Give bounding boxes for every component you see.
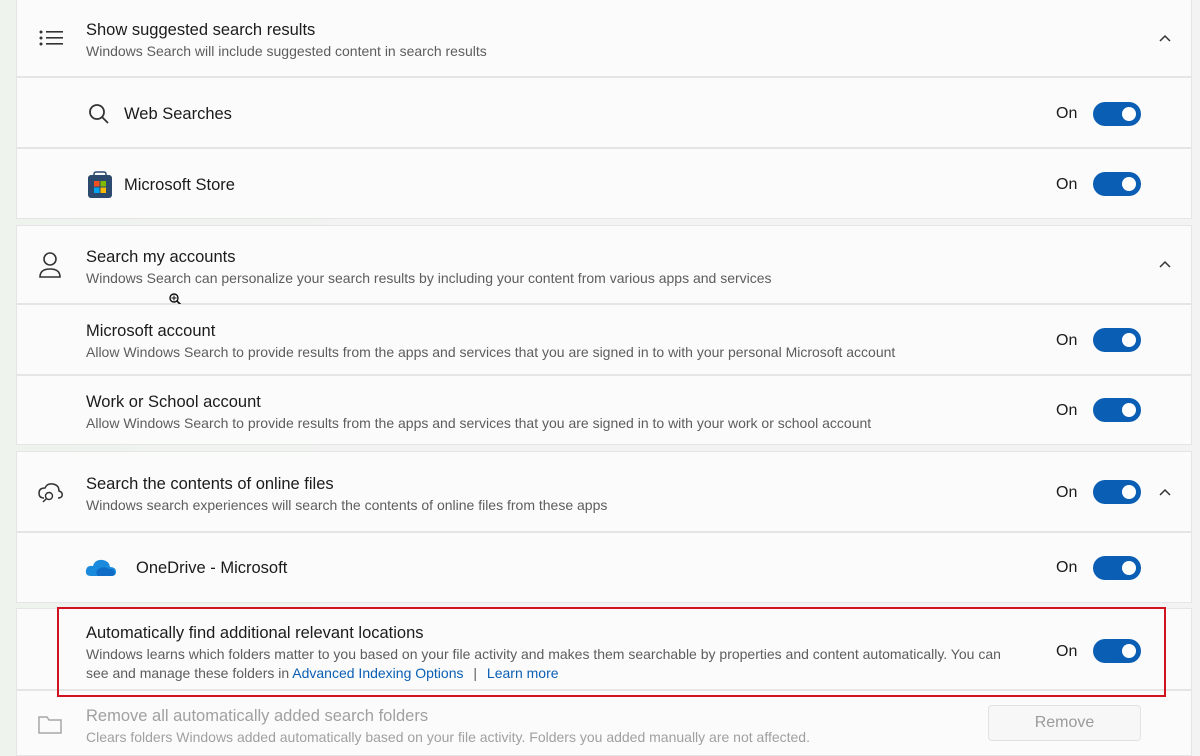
work-school-account-row: Work or School account Allow Windows Sea… (16, 375, 1192, 445)
microsoft-store-toggle[interactable] (1093, 172, 1141, 196)
work-school-account-toggle[interactable] (1093, 398, 1141, 422)
search-icon (87, 102, 111, 126)
remove-button[interactable]: Remove (988, 705, 1141, 741)
onedrive-label: OneDrive - Microsoft (136, 559, 288, 577)
remove-folders-desc: Clears folders Windows added automatical… (86, 729, 810, 745)
chevron-up-icon[interactable] (1155, 28, 1175, 48)
folder-icon (37, 713, 63, 735)
onedrive-icon (85, 557, 117, 579)
remove-folders-row: Remove all automatically added search fo… (16, 690, 1192, 756)
web-searches-row: Web Searches On (16, 77, 1192, 148)
work-school-account-desc: Allow Windows Search to provide results … (86, 415, 872, 431)
remove-folders-title: Remove all automatically added search fo… (86, 707, 429, 725)
microsoft-store-state: On (1056, 176, 1078, 193)
microsoft-store-label: Microsoft Store (124, 176, 235, 194)
microsoft-store-row: Microsoft Store On (16, 148, 1192, 219)
work-school-account-state: On (1056, 402, 1078, 419)
chevron-up-icon[interactable] (1155, 482, 1175, 502)
microsoft-account-toggle[interactable] (1093, 328, 1141, 352)
online-files-state: On (1056, 484, 1078, 501)
person-icon (37, 250, 63, 280)
online-files-title: Search the contents of online files (86, 475, 334, 493)
onedrive-state: On (1056, 559, 1078, 576)
web-searches-toggle[interactable] (1093, 102, 1141, 126)
chevron-up-icon[interactable] (1155, 254, 1175, 274)
onedrive-row: OneDrive - Microsoft On (16, 532, 1192, 603)
work-school-account-label: Work or School account (86, 393, 261, 411)
web-searches-label: Web Searches (124, 105, 232, 123)
onedrive-toggle[interactable] (1093, 556, 1141, 580)
accounts-title: Search my accounts (86, 248, 236, 266)
microsoft-account-desc: Allow Windows Search to provide results … (86, 344, 896, 360)
highlight-box (57, 607, 1166, 697)
microsoft-account-row: Microsoft account Allow Windows Search t… (16, 304, 1192, 375)
accounts-desc: Windows Search can personalize your sear… (86, 270, 772, 286)
cloud-search-icon (37, 480, 65, 504)
suggested-results-header[interactable]: Show suggested search results Windows Se… (16, 0, 1192, 77)
list-icon (37, 26, 65, 50)
suggested-results-title: Show suggested search results (86, 21, 316, 39)
web-searches-state: On (1056, 105, 1078, 122)
online-files-desc: Windows search experiences will search t… (86, 497, 608, 513)
accounts-header[interactable]: Search my accounts Windows Search can pe… (16, 225, 1192, 307)
online-files-toggle[interactable] (1093, 480, 1141, 504)
microsoft-account-label: Microsoft account (86, 322, 216, 340)
online-files-header[interactable]: Search the contents of online files Wind… (16, 451, 1192, 532)
microsoft-store-icon (87, 171, 113, 199)
microsoft-account-state: On (1056, 332, 1078, 349)
suggested-results-desc: Windows Search will include suggested co… (86, 43, 487, 59)
